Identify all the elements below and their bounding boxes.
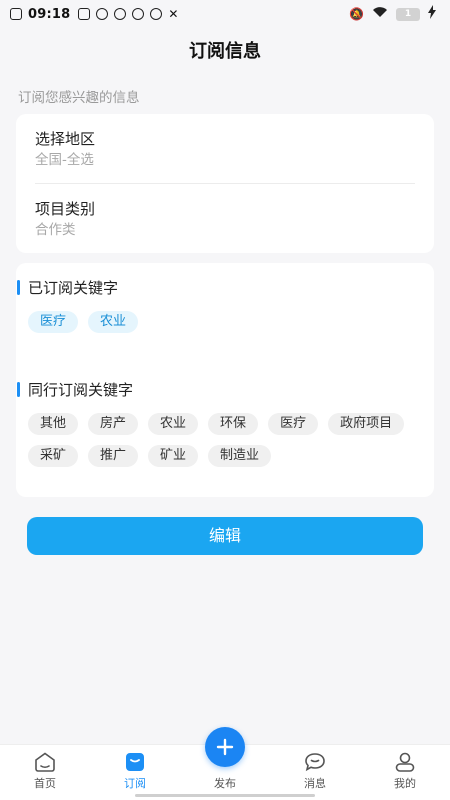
divider	[35, 183, 415, 184]
battery-icon: 1	[396, 7, 420, 21]
tab-subscribe[interactable]: 订阅	[90, 745, 180, 800]
tab-messages[interactable]: 消息	[270, 745, 360, 800]
notification-x-icon	[10, 8, 22, 20]
bottom-tab-bar: 首页 订阅 发布 消息 我的	[0, 727, 450, 800]
peer-keywords-title: 同行订阅关键字	[16, 379, 434, 399]
tab-profile[interactable]: 我的	[360, 745, 450, 800]
edit-button[interactable]: 编辑	[27, 517, 423, 555]
peer-tag[interactable]: 采矿	[28, 445, 79, 467]
category-selector[interactable]: 项目类别 合作类	[35, 198, 415, 253]
subscribed-keywords-title: 已订阅关键字	[16, 277, 434, 297]
subscribe-hint: 订阅您感兴趣的信息	[18, 90, 140, 106]
peer-tag[interactable]: 农业	[148, 413, 199, 435]
section-accent-bar	[17, 279, 20, 295]
peer-keywords-label: 同行订阅关键字	[28, 380, 134, 399]
region-selector[interactable]: 选择地区 全国-全选	[35, 128, 415, 183]
category-value: 合作类	[35, 222, 76, 238]
section-accent-bar	[17, 381, 20, 397]
message-icon	[305, 753, 325, 772]
subscribed-keywords-label: 已订阅关键字	[28, 278, 119, 297]
profile-icon	[395, 752, 415, 772]
location-icon	[150, 8, 163, 20]
publish-fab[interactable]	[205, 727, 245, 767]
peer-tag[interactable]: 矿业	[148, 445, 199, 467]
peer-tag[interactable]: 制造业	[208, 445, 272, 467]
charging-icon	[428, 5, 436, 23]
peer-tag[interactable]: 环保	[208, 413, 259, 435]
peer-tag[interactable]: 推广	[88, 445, 139, 467]
region-label: 选择地区	[35, 130, 96, 148]
subscribed-tag[interactable]: 医疗	[28, 311, 79, 333]
subscribe-icon	[126, 753, 144, 771]
page-title: 订阅信息	[189, 41, 261, 62]
tab-home[interactable]: 首页	[0, 745, 90, 800]
status-bar: 09:18 ✕ 🔕 1	[0, 0, 450, 28]
plus-icon	[216, 738, 234, 756]
home-icon	[35, 752, 55, 772]
keywords-card: 已订阅关键字 医疗 农业 同行订阅关键字 其他 房产 农业 环保 医疗 政府项目…	[16, 263, 434, 497]
tab-publish-label: 发布	[214, 777, 236, 790]
category-label: 项目类别	[35, 200, 96, 218]
subscribed-tags: 医疗 农业	[16, 311, 434, 343]
app-icon-2	[132, 8, 145, 20]
tools-icon: ✕	[168, 7, 179, 21]
peer-tag[interactable]: 其他	[28, 413, 79, 435]
home-indicator	[135, 794, 315, 797]
filter-card: 选择地区 全国-全选 项目类别 合作类	[16, 114, 434, 253]
mute-icon: 🔕	[349, 7, 364, 21]
wifi-icon	[372, 6, 388, 22]
tab-profile-label: 我的	[394, 777, 416, 790]
app-icon-1	[114, 8, 127, 20]
video-app-icon	[78, 8, 91, 20]
status-time: 09:18	[28, 6, 71, 22]
subscribed-tag[interactable]: 农业	[88, 311, 139, 333]
tab-home-label: 首页	[34, 777, 56, 790]
peer-tag[interactable]: 医疗	[268, 413, 319, 435]
tab-messages-label: 消息	[304, 777, 326, 790]
tab-publish[interactable]: 发布	[180, 727, 270, 800]
tab-subscribe-label: 订阅	[124, 777, 146, 790]
peer-tags: 其他 房产 农业 环保 医疗 政府项目 采矿 推广 矿业 制造业	[16, 413, 434, 477]
peer-tag[interactable]: 房产	[88, 413, 139, 435]
peer-tag[interactable]: 政府项目	[328, 413, 405, 435]
cloud-icon	[96, 8, 109, 20]
region-value: 全国-全选	[35, 152, 94, 168]
